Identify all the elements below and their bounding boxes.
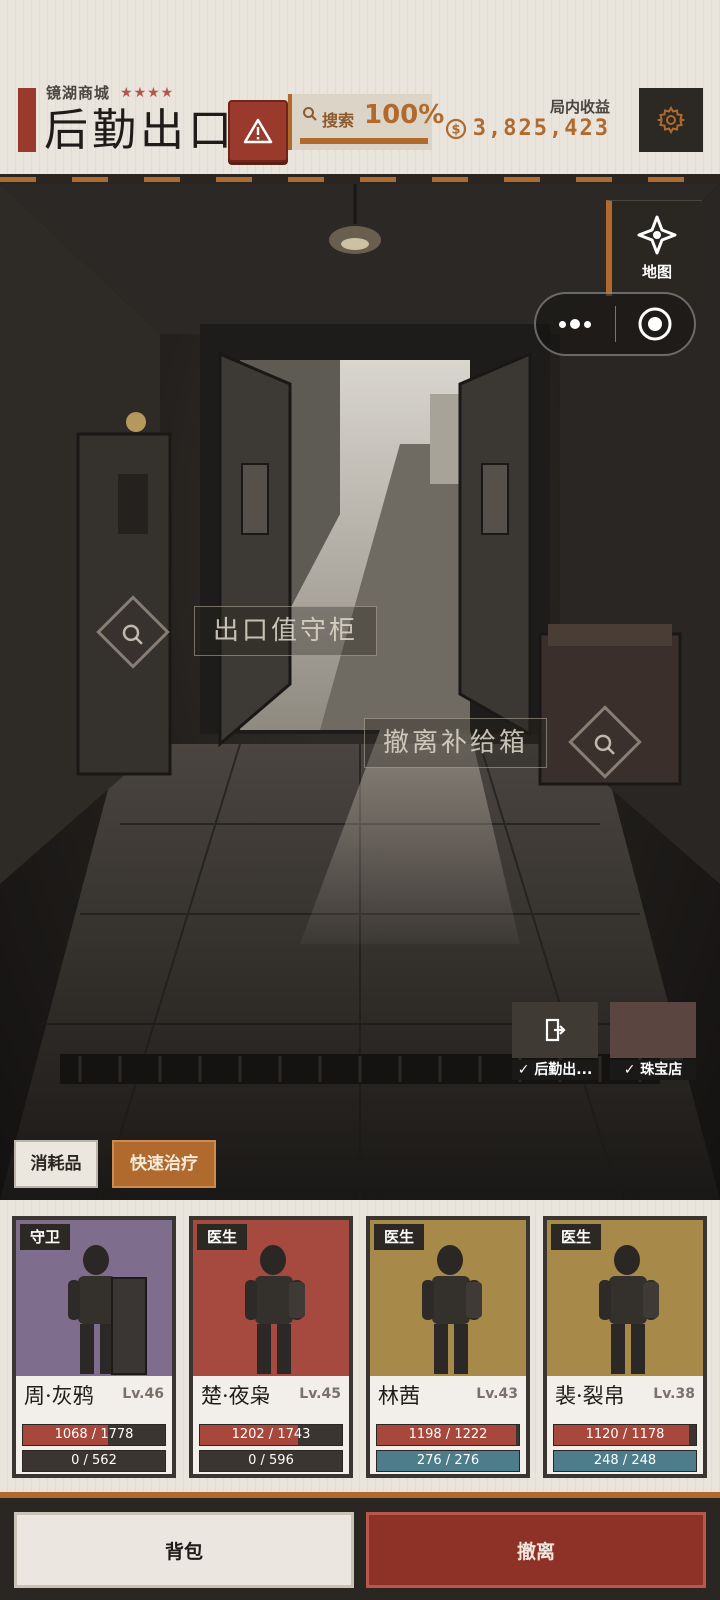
more-dot-icon (570, 319, 581, 329)
member-name: 林茜 (378, 1384, 420, 1408)
hp-value: 1120 / 1178 (585, 1427, 665, 1442)
earnings-row: $ 3,825,423 (445, 116, 610, 141)
exit-name: 珠宝店 (640, 1062, 683, 1078)
member-name: 楚·夜枭 (201, 1384, 271, 1408)
location-marker-bar (18, 88, 36, 152)
backpack-button[interactable]: 背包 (14, 1512, 354, 1588)
hp-bar: 1198 / 1222 (376, 1424, 520, 1446)
energy-bar: 276 / 276 (376, 1450, 520, 1472)
hp-value: 1068 / 1778 (54, 1427, 134, 1442)
exit-thumbnail (512, 1002, 598, 1058)
earnings-value: 3,825,423 (472, 116, 610, 141)
location-scene: 地图 出口值守柜 撤离补给箱 ✓ 后勤出... ✓ 珠宝店 消耗品 快速治疗 (0, 184, 720, 1200)
energy-bar: 0 / 562 (22, 1450, 166, 1472)
hp-bar: 1202 / 1743 (199, 1424, 343, 1446)
system-capsule (534, 292, 696, 356)
member-name: 周·灰鸦 (24, 1384, 94, 1408)
member-role-badge: 医生 (551, 1224, 602, 1250)
evacuate-button[interactable]: 撤离 (366, 1512, 706, 1588)
quick-heal-button[interactable]: 快速治疗 (112, 1140, 216, 1188)
search-icon (303, 107, 317, 121)
top-header: 镜湖商城 ★★★★ 后勤出口 搜索 100% 局内收益 $ 3,825,423 (0, 0, 720, 175)
gear-icon (657, 106, 685, 134)
search-progress-bar (300, 138, 428, 144)
consumables-button[interactable]: 消耗品 (14, 1140, 98, 1188)
squad-panel: 守卫周·灰鸦 Lv.46 1068 / 1778 0 / 562 医生楚·夜枭 Lv.45… (0, 1200, 720, 1498)
member-level: Lv.46 (122, 1386, 164, 1402)
compass-icon (637, 215, 677, 255)
member-role-badge: 医生 (197, 1224, 248, 1250)
hp-bar: 1120 / 1178 (553, 1424, 697, 1446)
quick-actions: 消耗品 快速治疗 (14, 1140, 216, 1188)
settings-button[interactable] (639, 88, 703, 152)
energy-bar: 248 / 248 (553, 1450, 697, 1472)
search-icon (594, 734, 615, 755)
hp-bar: 1068 / 1778 (22, 1424, 166, 1446)
exit-caption: ✓ 后勤出... (512, 1060, 598, 1080)
svg-text:$: $ (451, 122, 460, 137)
exit-caption: ✓ 珠宝店 (610, 1060, 696, 1080)
search-percent: 100% (364, 100, 445, 130)
earnings-label: 局内收益 (549, 98, 610, 116)
search-progress-fill (300, 138, 428, 144)
more-dot-icon (559, 320, 567, 328)
zone-line: 镜湖商城 ★★★★ (46, 82, 174, 103)
search-icon (122, 624, 143, 645)
zone-name: 镜湖商城 (46, 84, 111, 102)
bottom-bar: 背包 撤离 (0, 1498, 720, 1600)
exit-tile-jewelry[interactable]: ✓ 珠宝店 (610, 1002, 696, 1080)
hp-value: 1198 / 1222 (408, 1427, 488, 1442)
exit-thumbnail (610, 1002, 696, 1058)
poi-label-guard-cabinet[interactable]: 出口值守柜 (194, 606, 378, 656)
energy-bar: 0 / 596 (199, 1450, 343, 1472)
exit-tiles: ✓ 后勤出... ✓ 珠宝店 (512, 1002, 696, 1080)
map-button[interactable]: 地图 (606, 200, 702, 296)
map-label: 地图 (641, 263, 672, 281)
poi-label-supply-box[interactable]: 撤离补给箱 (364, 718, 548, 768)
squad-member-card[interactable]: 医生楚·夜枭 Lv.45 1202 / 1743 0 / 596 (189, 1216, 353, 1478)
exit-door-icon (545, 1018, 566, 1042)
location-title: 后勤出口 (44, 105, 236, 156)
member-level: Lv.45 (299, 1386, 341, 1402)
exit-tile-logistics[interactable]: ✓ 后勤出... (512, 1002, 598, 1080)
member-level: Lv.43 (476, 1386, 518, 1402)
squad-member-card[interactable]: 守卫周·灰鸦 Lv.46 1068 / 1778 0 / 562 (12, 1216, 176, 1478)
member-role-badge: 医生 (374, 1224, 425, 1250)
energy-value: 248 / 248 (593, 1453, 657, 1468)
energy-value: 276 / 276 (416, 1453, 480, 1468)
target-circle-icon (638, 307, 672, 341)
energy-value: 0 / 596 (248, 1453, 294, 1468)
alert-button[interactable] (228, 100, 288, 162)
member-name: 裴·裂帛 (555, 1384, 625, 1408)
coin-dollar-icon: $ (445, 118, 466, 139)
energy-value: 0 / 562 (71, 1453, 117, 1468)
hp-value: 1202 / 1743 (231, 1427, 311, 1442)
search-progress-box: 搜索 100% (288, 94, 444, 150)
member-role-badge: 守卫 (20, 1224, 71, 1250)
difficulty-stars: ★★★★ (120, 84, 175, 101)
squad-member-card[interactable]: 医生裴·裂帛 Lv.38 1120 / 1178 248 / 248 (543, 1216, 707, 1478)
member-level: Lv.38 (653, 1386, 695, 1402)
more-dot-icon (584, 320, 592, 328)
header-divider-strip (0, 174, 720, 184)
search-label: 搜索 (322, 111, 355, 130)
squad-member-card[interactable]: 医生林茜 Lv.43 1198 / 1222 276 / 276 (366, 1216, 530, 1478)
close-program-button[interactable] (616, 306, 695, 342)
warning-icon (243, 118, 273, 144)
more-options-button[interactable] (536, 319, 615, 329)
exit-name: 后勤出... (534, 1062, 593, 1078)
